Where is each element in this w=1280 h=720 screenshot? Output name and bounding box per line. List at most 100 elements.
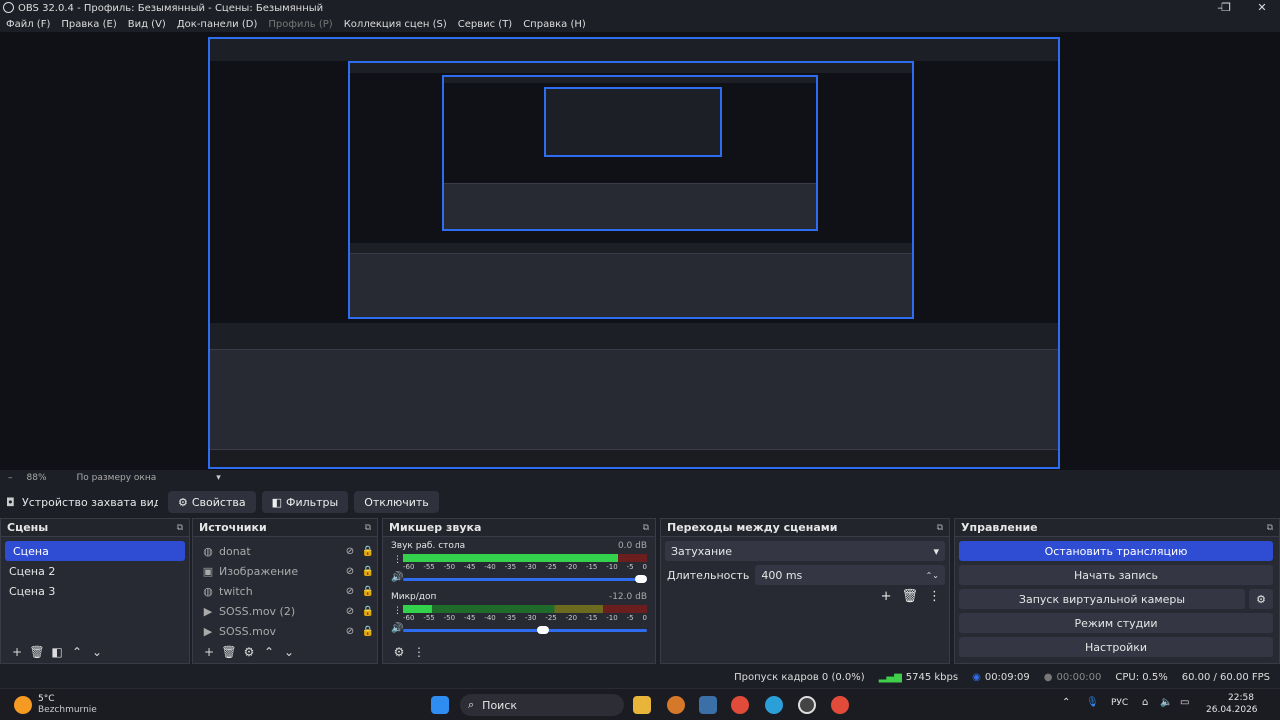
source-item[interactable]: ◍ donat ⊘ 🔒 [193, 541, 377, 561]
kebab-menu-icon[interactable]: ⋮ [393, 555, 402, 565]
network-icon[interactable]: ⌂ [1142, 697, 1148, 708]
menu-file[interactable]: Файл (F) [6, 19, 50, 30]
volume-slider[interactable] [403, 626, 647, 634]
transition-select[interactable]: Затухание ▾ [665, 541, 945, 561]
trash-icon[interactable]: 🗑 [219, 645, 239, 659]
telegram-icon[interactable] [765, 696, 783, 714]
virtual-camera-button[interactable]: Запуск виртуальной камеры [959, 589, 1245, 609]
source-item[interactable]: ▣ Изображение ⊘ 🔒 [193, 561, 377, 581]
kebab-menu-icon[interactable]: ⋮ [409, 645, 429, 659]
clock-time[interactable]: 22:58 [1228, 693, 1254, 703]
preview-canvas[interactable] [0, 32, 1280, 470]
language-indicator[interactable]: РУС [1111, 698, 1128, 708]
volume-slider[interactable] [403, 575, 647, 583]
preview-capture-level1 [208, 37, 1060, 469]
chevron-down-icon[interactable]: ⌄ [279, 645, 299, 659]
browser-icon[interactable] [667, 696, 685, 714]
filter-icon: ◧ [271, 495, 283, 509]
zoom-bar: – 88% По размеру окна ▾ [0, 470, 1280, 486]
microphone-icon[interactable]: 🎙 [1086, 697, 1099, 708]
menu-help[interactable]: Справка (H) [523, 19, 586, 30]
stop-stream-button[interactable]: Остановить трансляцию [959, 541, 1273, 561]
zoom-mode[interactable]: По размеру окна [77, 473, 157, 483]
tray-chevron-icon[interactable]: ⌃ [1062, 697, 1070, 708]
source-toolbar: ◘ Устройство захвата виде ⚙ Свойства ◧ Фил… [0, 488, 1280, 516]
undock-icon[interactable]: ⧉ [937, 523, 943, 533]
temperature: 5°C [38, 694, 55, 704]
chevron-up-icon[interactable]: ⌃ [259, 645, 279, 659]
studio-mode-button[interactable]: Режим студии [959, 613, 1273, 633]
mixer-settings-icon[interactable]: ⚙ [389, 645, 409, 659]
chevron-up-icon[interactable]: ⌃ [67, 645, 87, 659]
sources-title: Источники [199, 521, 267, 534]
lock-icon[interactable]: 🔒 [359, 546, 377, 557]
volume-icon[interactable]: 🔈 [1160, 697, 1172, 708]
windows-start-icon[interactable] [431, 696, 449, 714]
browser-icon: ◍ [203, 544, 213, 558]
disconnect-button[interactable]: Отключить [354, 491, 439, 513]
properties-button[interactable]: ⚙ Свойства [168, 491, 256, 513]
eye-hidden-icon[interactable]: ⊘ [341, 546, 359, 557]
source-item[interactable]: ▶ SOSS.mov (2) ⊘ 🔒 [193, 601, 377, 621]
clock-date[interactable]: 26.04.2026 [1206, 705, 1258, 715]
kebab-menu-icon[interactable]: ⋮ [928, 589, 941, 604]
volume-slider-handle[interactable] [537, 626, 550, 634]
eye-hidden-icon[interactable]: ⊘ [341, 586, 359, 597]
kebab-menu-icon[interactable]: ⋮ [393, 606, 402, 616]
menu-edit[interactable]: Правка (E) [61, 19, 116, 30]
scene-item[interactable]: Сцена [5, 541, 185, 561]
add-icon[interactable]: + [7, 645, 27, 659]
gear-icon[interactable]: ⚙ [239, 645, 259, 659]
filters-button[interactable]: ◧ Фильтры [261, 491, 349, 513]
duration-input[interactable]: 400 ms ⌃⌄ [755, 565, 945, 585]
undock-icon[interactable]: ⧉ [1267, 523, 1273, 533]
meter-fill [403, 605, 433, 613]
spinner-icon[interactable]: ⌃⌄ [926, 571, 939, 580]
add-icon[interactable]: + [199, 645, 219, 659]
menu-docks[interactable]: Док-панели (D) [177, 19, 258, 30]
lock-icon[interactable]: 🔒 [359, 606, 377, 617]
undock-icon[interactable]: ⧉ [365, 523, 371, 533]
chevron-down-icon[interactable]: ▾ [216, 473, 221, 483]
speaker-icon[interactable]: 🔊 [391, 572, 403, 583]
battery-icon[interactable]: ▭ [1180, 697, 1189, 708]
zoom-out-button[interactable]: – [8, 473, 13, 483]
source-item[interactable]: ◍ twitch ⊘ 🔒 [193, 581, 377, 601]
lock-icon[interactable]: 🔒 [359, 566, 377, 577]
add-icon[interactable]: + [881, 589, 892, 604]
db-tick-label: 0 [642, 563, 647, 571]
speaker-icon[interactable]: 🔊 [391, 623, 403, 634]
scene-item[interactable]: Сцена 3 [1, 581, 189, 601]
trash-icon[interactable]: 🗑 [27, 645, 47, 659]
menu-view[interactable]: Вид (V) [128, 19, 166, 30]
eye-hidden-icon[interactable]: ⊘ [341, 606, 359, 617]
lock-icon[interactable]: 🔒 [359, 626, 377, 637]
settings-button[interactable]: Настройки [959, 637, 1273, 657]
obs-taskbar-icon[interactable] [798, 696, 816, 714]
menu-scene-collection[interactable]: Коллекция сцен (S) [344, 19, 447, 30]
menu-tools[interactable]: Сервис (T) [458, 19, 512, 30]
close-button[interactable]: ✕ [1248, 0, 1276, 16]
undock-icon[interactable]: ⧉ [643, 523, 649, 533]
scene-item[interactable]: Сцена 2 [1, 561, 189, 581]
menu-profile[interactable]: Профиль (P) [268, 19, 332, 30]
source-item[interactable]: ▶ SOSS.mov ⊘ 🔒 [193, 621, 377, 641]
chevron-down-icon[interactable]: ⌄ [87, 645, 107, 659]
lock-icon[interactable]: 🔒 [359, 586, 377, 597]
taskbar-search[interactable]: ⌕ Поиск [460, 694, 624, 716]
channel-name: Звук раб. стола [391, 541, 466, 551]
eye-hidden-icon[interactable]: ⊘ [341, 626, 359, 637]
start-record-button[interactable]: Начать запись [959, 565, 1273, 585]
steam-icon[interactable] [699, 696, 717, 714]
trash-icon[interactable]: 🗑 [901, 589, 918, 604]
undock-icon[interactable]: ⧉ [177, 523, 183, 533]
file-explorer-icon[interactable] [633, 696, 651, 714]
maximize-button[interactable]: ❐ [1212, 0, 1240, 16]
chrome-icon[interactable] [831, 696, 849, 714]
chrome-icon[interactable] [731, 696, 749, 714]
bitrate: 5745 kbps [905, 671, 959, 683]
volume-slider-handle[interactable] [635, 575, 647, 583]
gear-icon[interactable]: ⚙ [1249, 589, 1273, 609]
eye-hidden-icon[interactable]: ⊘ [341, 566, 359, 577]
filter-icon[interactable]: ◧ [47, 645, 67, 659]
